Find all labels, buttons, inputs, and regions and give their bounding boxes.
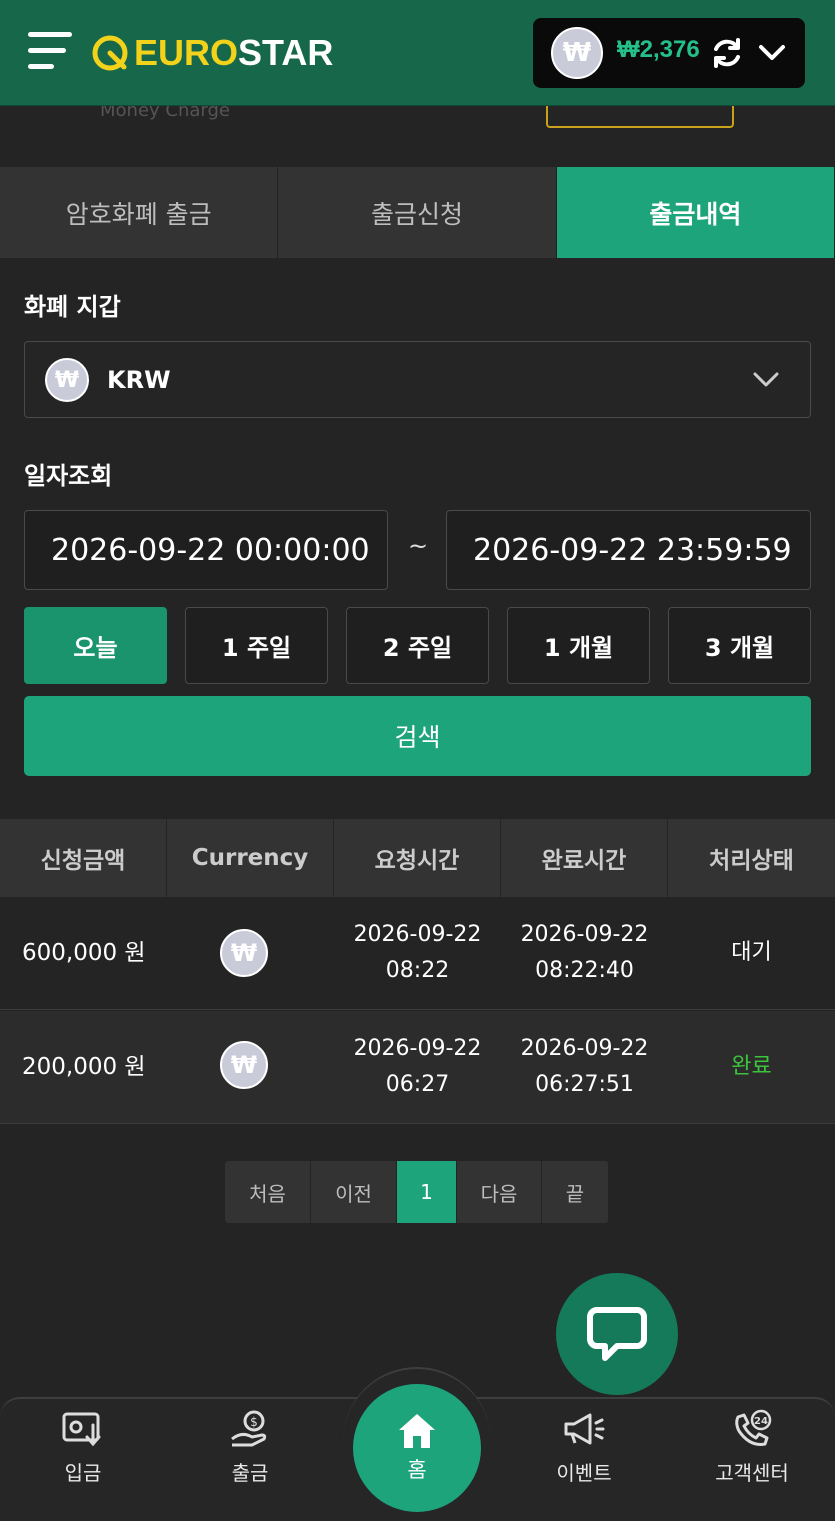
support-24-icon: 24: [735, 1409, 772, 1446]
krw-coin-icon: ₩: [551, 27, 603, 79]
page-last-button[interactable]: 끝: [542, 1161, 608, 1223]
nav-deposit[interactable]: 입금: [23, 1409, 143, 1509]
period-1month-button[interactable]: 1 개월: [507, 607, 650, 684]
request-time-cell: 2026-09-22 08:22: [334, 897, 501, 1009]
nav-withdraw-label: 출금: [231, 1461, 269, 1485]
currency-cell: ₩: [167, 1011, 334, 1123]
date-query-label: 일자조회: [24, 462, 113, 490]
nav-support[interactable]: 24 고객센터: [692, 1409, 812, 1509]
period-2week-button[interactable]: 2 주일: [346, 607, 489, 684]
chat-button[interactable]: [556, 1273, 678, 1395]
complete-time-cell: 2026-09-22 08:22:40: [501, 897, 668, 1009]
balance-amount: ₩2,376: [617, 36, 700, 63]
period-3month-button[interactable]: 3 개월: [668, 607, 811, 684]
wallet-label: 화폐 지갑: [24, 293, 121, 321]
status-cell: 완료: [731, 1054, 772, 1079]
chevron-down-icon: [753, 372, 779, 387]
col-complete-time: 완료시간: [501, 819, 668, 897]
logo-text-euro: EURO: [134, 32, 239, 73]
withdraw-icon: $: [231, 1410, 267, 1447]
table-row: 200,000 원 ₩ 2026-09-22 06:27 2026-09-22 …: [0, 1011, 835, 1124]
home-icon: [399, 1414, 435, 1448]
nav-event-label: 이벤트: [556, 1461, 612, 1485]
menu-icon[interactable]: [28, 30, 72, 74]
complete-clock: 06:27:51: [535, 1072, 634, 1097]
complete-date: 2026-09-22: [520, 1036, 649, 1061]
page-next-button[interactable]: 다음: [457, 1161, 542, 1223]
nav-home-label: 홈: [407, 1458, 427, 1482]
request-time-cell: 2026-09-22 06:27: [334, 1011, 501, 1123]
support-badge-text: 24: [754, 1416, 768, 1427]
page-first-button[interactable]: 처음: [225, 1161, 311, 1223]
svg-text:$: $: [250, 1415, 258, 1429]
page-1-button[interactable]: 1: [397, 1161, 457, 1223]
col-status: 처리상태: [709, 848, 794, 874]
chevron-down-icon[interactable]: [757, 40, 787, 66]
period-today-button[interactable]: 오늘: [24, 607, 167, 684]
col-amount: 신청금액: [0, 819, 167, 897]
logo-mark-icon: [92, 35, 128, 71]
nav-support-label: 고객센터: [715, 1461, 789, 1485]
wallet-selected-value: KRW: [107, 366, 171, 394]
refresh-icon[interactable]: [709, 35, 745, 71]
krw-coin-icon: ₩: [45, 358, 89, 402]
search-button[interactable]: 검색: [24, 696, 811, 776]
krw-coin-icon: ₩: [220, 929, 268, 977]
complete-clock: 08:22:40: [535, 958, 634, 983]
megaphone-icon: [564, 1413, 605, 1445]
pagination: 처음 이전 1 다음 끝: [225, 1161, 608, 1223]
amount-cell: 200,000 원: [22, 1054, 146, 1080]
currency-cell: ₩: [167, 897, 334, 1009]
app-header: EURO STAR ₩ ₩2,376: [0, 0, 835, 106]
tab-crypto-withdraw[interactable]: 암호화폐 출금: [0, 167, 279, 258]
table-header: 신청금액 Currency 요청시간 완료시간 처리상태: [0, 819, 835, 897]
request-date: 2026-09-22: [353, 922, 482, 947]
complete-date: 2026-09-22: [520, 922, 649, 947]
balance-widget[interactable]: ₩ ₩2,376: [533, 18, 805, 88]
logo[interactable]: EURO STAR: [90, 32, 333, 74]
nav-home[interactable]: 홈: [353, 1384, 481, 1512]
nav-deposit-label: 입금: [64, 1461, 102, 1485]
tab-withdraw-history[interactable]: 출금내역: [556, 167, 835, 258]
krw-coin-icon: ₩: [220, 1041, 268, 1089]
complete-time-cell: 2026-09-22 06:27:51: [501, 1011, 668, 1123]
col-currency: Currency: [167, 819, 334, 897]
status-cell: 대기: [731, 940, 772, 965]
deposit-icon: [62, 1412, 101, 1447]
nav-withdraw[interactable]: $ 출금: [190, 1409, 310, 1509]
end-date-input[interactable]: 2026-09-22 23:59:59: [446, 510, 811, 590]
tab-bar: 암호화폐 출금 출금신청 출금내역: [0, 167, 835, 258]
page-prev-button[interactable]: 이전: [311, 1161, 397, 1223]
start-date-input[interactable]: 2026-09-22 00:00:00: [24, 510, 388, 590]
chat-bubble-icon: [587, 1307, 647, 1361]
request-date: 2026-09-22: [353, 1036, 482, 1061]
request-clock: 06:27: [385, 1072, 450, 1097]
amount-cell: 600,000 원: [22, 940, 146, 966]
logo-text-star: STAR: [238, 32, 334, 73]
wallet-select[interactable]: ₩ KRW: [24, 341, 811, 418]
date-separator: ~: [408, 532, 429, 560]
tab-withdraw-request[interactable]: 출금신청: [278, 167, 557, 258]
table-row: 600,000 원 ₩ 2026-09-22 08:22 2026-09-22 …: [0, 897, 835, 1010]
nav-event[interactable]: 이벤트: [524, 1409, 644, 1509]
period-1week-button[interactable]: 1 주일: [185, 607, 328, 684]
col-request-time: 요청시간: [334, 819, 501, 897]
request-clock: 08:22: [385, 958, 450, 983]
